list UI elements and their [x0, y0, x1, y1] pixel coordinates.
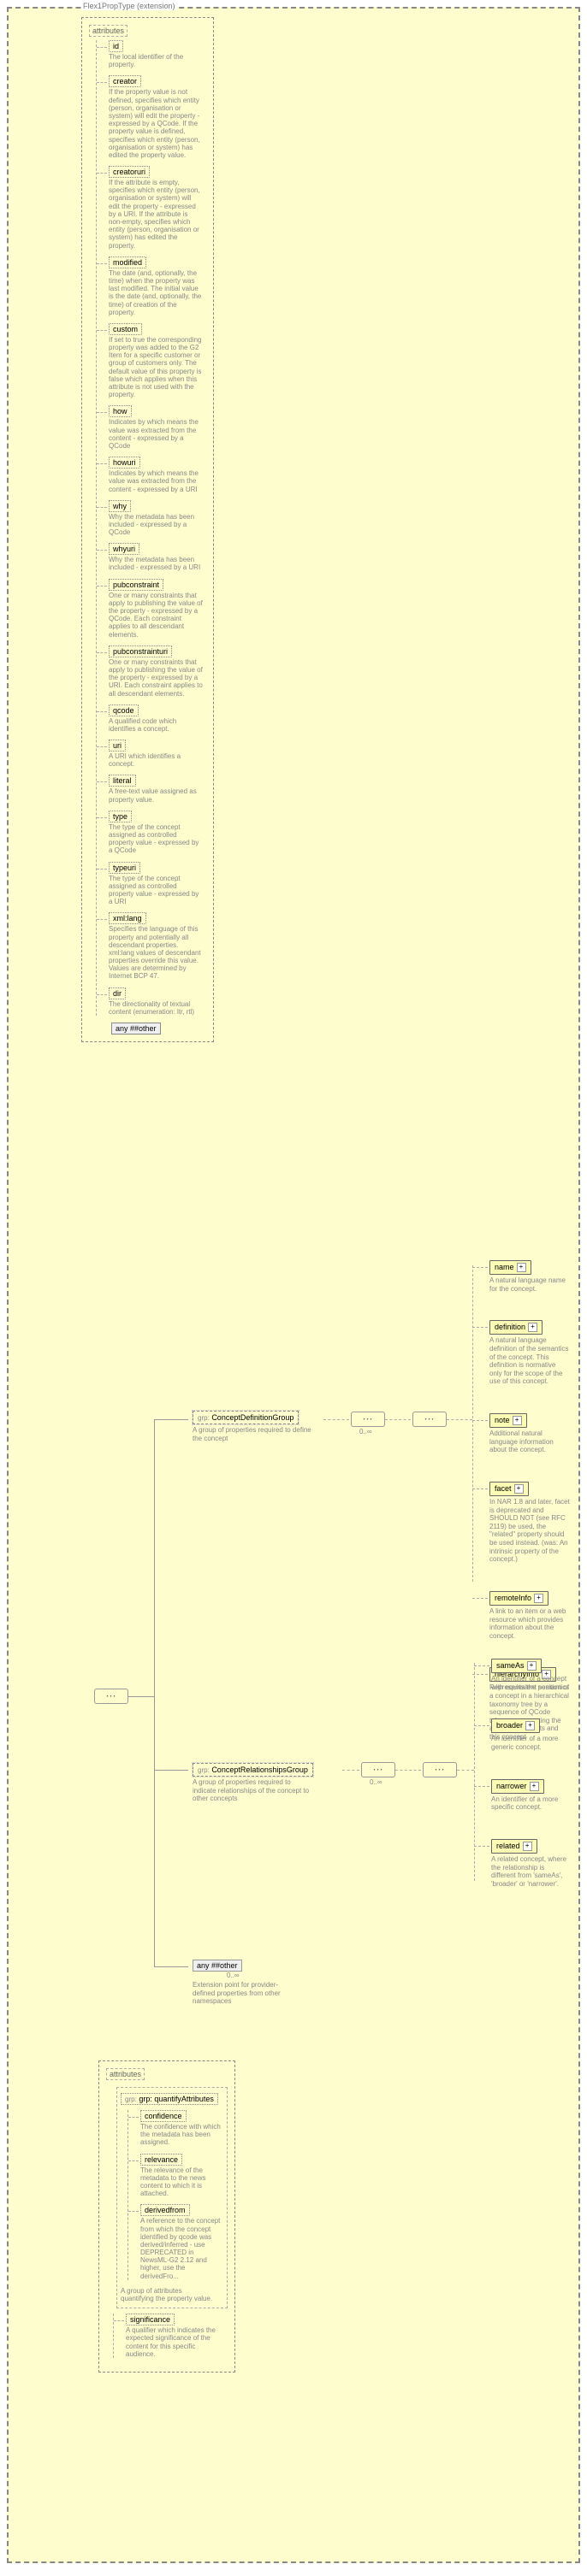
any2-label: any ##other	[197, 1961, 238, 1970]
mid-section: grp: ConceptDefinitionGroup A group of p…	[94, 1282, 570, 2052]
attr-significance-name: significance	[130, 2315, 170, 2324]
attr-modified[interactable]: modified	[109, 256, 146, 268]
attr-xml-lang[interactable]: xml:lang	[109, 912, 146, 924]
cdg-name: ConceptDefinitionGroup	[211, 1413, 294, 1422]
attributes-label: attributes	[89, 25, 127, 37]
any-other-mid[interactable]: any ##other	[193, 1960, 242, 1972]
element-definition-desc: A natural language definition of the sem…	[489, 1336, 570, 1386]
attributes-top-block: attributes id The local identifier of th…	[81, 17, 214, 1042]
attr-custom[interactable]: custom	[109, 323, 142, 335]
quantify-attributes-group[interactable]: grp: grp: quantifyAttributes	[121, 2093, 218, 2105]
root-container: Flex1PropType (extension) attributes id …	[7, 7, 580, 2563]
extension-header: Flex1PropType (extension)	[81, 2, 177, 10]
attr-creator[interactable]: creator	[109, 75, 141, 87]
attr-pubconstraint-desc: One or many constraints that apply to pu…	[109, 592, 203, 639]
attr-whyuri-desc: Why the metadata has been included - exp…	[109, 556, 203, 571]
any2-desc: Extension point for provider-defined pro…	[193, 1981, 295, 2006]
attr-creator-desc: If the property value is not defined, sp…	[109, 88, 203, 159]
element-broader[interactable]: broader	[491, 1718, 540, 1733]
sequence-cdg2	[412, 1412, 447, 1427]
element-remoteinfo-desc: A link to an item or a web resource whic…	[489, 1607, 570, 1640]
attr-whyuri[interactable]: whyuri	[109, 543, 139, 555]
attr-pubconstrainturi[interactable]: pubconstrainturi	[109, 645, 172, 657]
sequence-crg	[361, 1762, 395, 1777]
attr-howuri-desc: Indicates by which means the value was e…	[109, 469, 203, 493]
element-name-desc: A natural language name for the concept.	[489, 1276, 570, 1293]
crg-name: ConceptRelationshipsGroup	[211, 1765, 308, 1774]
element-remoteinfo[interactable]: remoteInfo	[489, 1591, 548, 1606]
attr-relevance[interactable]: relevance	[140, 2154, 182, 2166]
attr-uri-desc: A URI which identifies a concept.	[109, 752, 203, 768]
element-broader-desc: An identifier of a more generic concept.	[491, 1735, 570, 1751]
sequence-crg2	[423, 1762, 457, 1777]
attr-creatoruri[interactable]: creatoruri	[109, 166, 150, 178]
attr-typeuri[interactable]: typeuri	[109, 862, 140, 874]
any-other-top[interactable]: any ##other	[111, 1023, 161, 1035]
attr-creatoruri-desc: If the attribute is empty, specifies whi…	[109, 179, 203, 250]
element-note[interactable]: note	[489, 1413, 527, 1428]
attr-confidence-desc: The confidence with which the metadata h…	[140, 2123, 223, 2147]
attr-literal[interactable]: literal	[109, 775, 136, 787]
attr-id-desc: The local identifier of the property.	[109, 53, 203, 68]
cdg-occ: 0..∞	[359, 1428, 372, 1435]
attr-derivedfrom[interactable]: derivedfrom	[140, 2204, 190, 2216]
attr-derivedfrom-desc: A reference to the concept from which th…	[140, 2217, 223, 2280]
attr-why[interactable]: why	[109, 500, 131, 512]
element-definition[interactable]: definition	[489, 1320, 543, 1335]
attr-significance[interactable]: significance	[126, 2314, 175, 2325]
attr-xml-lang-desc: Specifies the language of this property …	[109, 925, 203, 980]
attr-typeuri-desc: The type of the concept assigned as cont…	[109, 875, 203, 906]
attr-dir[interactable]: dir	[109, 987, 126, 999]
element-facet-desc: In NAR 1.8 and later, facet is deprecate…	[489, 1498, 570, 1564]
attr-literal-desc: A free-text value assigned as property v…	[109, 787, 203, 803]
attr-type[interactable]: type	[109, 811, 132, 822]
attr-relevance-desc: The relevance of the metadata to the new…	[140, 2166, 223, 2198]
concept-definition-group[interactable]: grp: ConceptDefinitionGroup	[193, 1411, 299, 1424]
attr-significance-desc: A qualifier which indicates the expected…	[126, 2326, 220, 2358]
element-sameas[interactable]: sameAs	[491, 1659, 542, 1673]
attr-dir-desc: The directionality of textual content (e…	[109, 1000, 203, 1016]
crg-desc: A group of properties required to indica…	[193, 1778, 312, 1803]
attr-custom-desc: If set to true the corresponding propert…	[109, 336, 203, 399]
element-related[interactable]: related	[491, 1839, 537, 1854]
attr-why-desc: Why the metadata has been included - exp…	[109, 513, 203, 537]
sequence-cdg	[351, 1412, 385, 1427]
qa-group-desc: A group of attributes quantifying the pr…	[121, 2287, 215, 2302]
attr-pubconstraint[interactable]: pubconstraint	[109, 579, 163, 591]
attr-pubconstrainturi-desc: One or many constraints that apply to pu…	[109, 658, 203, 698]
element-narrower-desc: An identifier of a more specific concept…	[491, 1795, 570, 1812]
element-facet[interactable]: facet	[489, 1482, 529, 1496]
root-type-desc: The type to cover all qualifiers for an …	[0, 1346, 2, 1371]
attributes-bottom-block: attributes grp: grp: quantifyAttributes …	[98, 2060, 570, 2383]
element-name[interactable]: name	[489, 1260, 531, 1275]
attr-confidence[interactable]: confidence	[140, 2110, 187, 2122]
attr-qcode-desc: A qualified code which identifies a conc…	[109, 717, 203, 733]
attr-howuri[interactable]: howuri	[109, 457, 140, 469]
attr-how-desc: Indicates by which means the value was e…	[109, 418, 203, 450]
attr-type-desc: The type of the concept assigned as cont…	[109, 823, 203, 855]
element-sameas-desc: An identifier of a concept with equivale…	[491, 1675, 570, 1691]
cdg-desc: A group of properties required to define…	[193, 1426, 312, 1442]
element-narrower[interactable]: narrower	[491, 1779, 544, 1794]
element-related-desc: A related concept, where the relationshi…	[491, 1855, 570, 1888]
element-note-desc: Additional natural language information …	[489, 1429, 570, 1454]
attr-id[interactable]: id	[109, 40, 123, 52]
crg-occ: 0..∞	[370, 1778, 382, 1786]
any2-occ: 0..∞	[227, 1972, 295, 1979]
attr-qcode[interactable]: qcode	[109, 704, 139, 716]
qa-label: grp: quantifyAttributes	[139, 2095, 214, 2103]
attributes-label-2: attributes	[106, 2068, 145, 2080]
attr-modified-desc: The date (and, optionally, the time) whe…	[109, 269, 203, 316]
sequence-main	[94, 1689, 128, 1704]
attr-how[interactable]: how	[109, 405, 132, 417]
concept-relationships-group[interactable]: grp: ConceptRelationshipsGroup	[193, 1763, 313, 1777]
attr-uri[interactable]: uri	[109, 740, 126, 752]
